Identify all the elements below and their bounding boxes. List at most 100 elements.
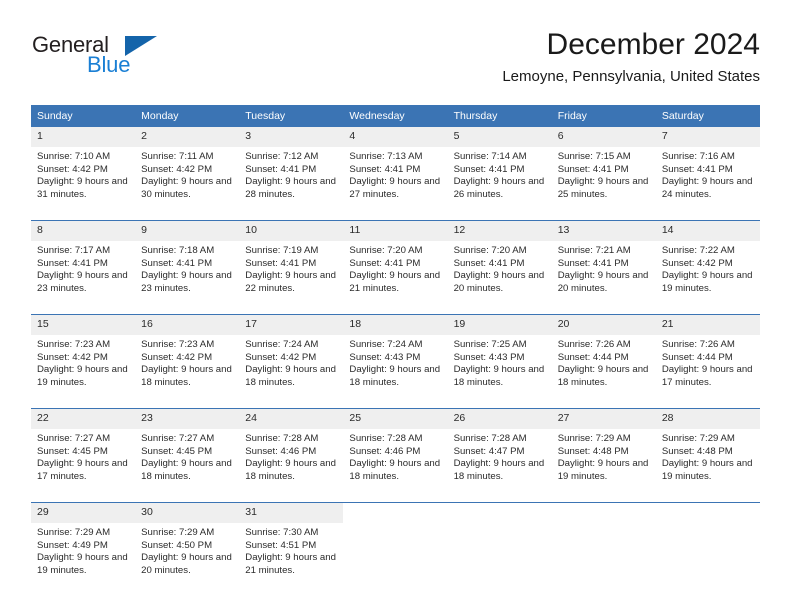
day-cell-inner: 19 Sunrise: 7:25 AM Sunset: 4:43 PM Dayligh… xyxy=(447,315,552,399)
sunrise-text: Sunrise: 7:14 AM xyxy=(453,151,527,162)
day-number: 6 xyxy=(551,127,656,147)
sunrise-text: Sunrise: 7:28 AM xyxy=(453,433,527,444)
day-details: Sunrise: 7:29 AM Sunset: 4:48 PM Daylight:… xyxy=(656,429,760,483)
calendar-day-cell xyxy=(447,502,552,587)
sunrise-text: Sunrise: 7:12 AM xyxy=(245,151,319,162)
calendar-day-cell[interactable]: 15 Sunrise: 7:23 AM Sunset: 4:42 PM Dayligh… xyxy=(31,314,136,399)
sunrise-text: Sunrise: 7:19 AM xyxy=(245,245,319,256)
sunset-text: Sunset: 4:41 PM xyxy=(557,163,629,175)
calendar-day-cell[interactable]: 3 Sunrise: 7:12 AM Sunset: 4:41 PM Daylight… xyxy=(239,127,344,211)
day-number: 14 xyxy=(655,221,760,241)
calendar-day-cell[interactable]: 23 Sunrise: 7:27 AM Sunset: 4:45 PM Dayligh… xyxy=(135,408,240,493)
calendar-day-cell[interactable]: 19 Sunrise: 7:25 AM Sunset: 4:43 PM Dayligh… xyxy=(447,314,552,399)
calendar-week-row: 15 Sunrise: 7:23 AM Sunset: 4:42 PM Dayligh… xyxy=(31,314,760,399)
day-details xyxy=(656,523,760,527)
calendar-day-cell[interactable]: 22 Sunrise: 7:27 AM Sunset: 4:45 PM Dayligh… xyxy=(31,408,136,493)
calendar-day-cell[interactable]: 17 Sunrise: 7:24 AM Sunset: 4:42 PM Dayligh… xyxy=(239,314,344,399)
daylight-text: Daylight: 9 hours and 20 minutes. xyxy=(141,552,232,576)
calendar-day-cell[interactable]: 16 Sunrise: 7:23 AM Sunset: 4:42 PM Dayligh… xyxy=(135,314,240,399)
week-spacer xyxy=(31,399,760,409)
sunset-text: Sunset: 4:41 PM xyxy=(453,257,525,269)
day-details: Sunrise: 7:19 AM Sunset: 4:41 PM Daylight:… xyxy=(239,241,343,295)
day-number: 23 xyxy=(135,409,240,429)
day-details: Sunrise: 7:30 AM Sunset: 4:51 PM Daylight:… xyxy=(239,523,343,577)
calendar-day-cell[interactable]: 11 Sunrise: 7:20 AM Sunset: 4:41 PM Dayligh… xyxy=(343,220,448,305)
sunrise-text: Sunrise: 7:21 AM xyxy=(557,245,631,256)
day-details: Sunrise: 7:11 AM Sunset: 4:42 PM Daylight:… xyxy=(135,147,239,201)
sunset-text: Sunset: 4:42 PM xyxy=(141,163,213,175)
day-number: 2 xyxy=(135,127,240,147)
day-cell-inner: 16 Sunrise: 7:23 AM Sunset: 4:42 PM Dayligh… xyxy=(135,315,240,399)
day-details: Sunrise: 7:22 AM Sunset: 4:42 PM Daylight:… xyxy=(656,241,760,295)
sunrise-text: Sunrise: 7:28 AM xyxy=(349,433,423,444)
calendar-day-cell[interactable]: 12 Sunrise: 7:20 AM Sunset: 4:41 PM Dayligh… xyxy=(447,220,552,305)
weekday-header-friday: Friday xyxy=(551,105,656,127)
calendar-day-cell[interactable]: 25 Sunrise: 7:28 AM Sunset: 4:46 PM Dayligh… xyxy=(343,408,448,493)
day-details: Sunrise: 7:28 AM Sunset: 4:46 PM Daylight:… xyxy=(343,429,447,483)
sunset-text: Sunset: 4:49 PM xyxy=(37,539,108,551)
calendar-day-cell[interactable]: 24 Sunrise: 7:28 AM Sunset: 4:46 PM Dayligh… xyxy=(239,408,344,493)
day-cell-inner: 26 Sunrise: 7:28 AM Sunset: 4:47 PM Dayligh… xyxy=(447,409,552,493)
calendar-day-cell[interactable]: 6 Sunrise: 7:15 AM Sunset: 4:41 PM Daylight… xyxy=(551,127,656,211)
calendar-day-cell[interactable]: 28 Sunrise: 7:29 AM Sunset: 4:48 PM Dayligh… xyxy=(655,408,760,493)
calendar-day-cell[interactable]: 2 Sunrise: 7:11 AM Sunset: 4:42 PM Daylight… xyxy=(135,127,240,211)
day-details: Sunrise: 7:24 AM Sunset: 4:42 PM Daylight:… xyxy=(239,335,343,389)
daylight-text: Daylight: 9 hours and 18 minutes. xyxy=(141,364,232,388)
calendar-day-cell[interactable]: 21 Sunrise: 7:26 AM Sunset: 4:44 PM Dayligh… xyxy=(655,314,760,399)
day-number: 22 xyxy=(31,409,136,429)
sunset-text: Sunset: 4:45 PM xyxy=(37,445,108,457)
calendar-day-cell[interactable]: 1 Sunrise: 7:10 AM Sunset: 4:42 PM Daylight… xyxy=(31,127,136,211)
day-details: Sunrise: 7:10 AM Sunset: 4:42 PM Daylight:… xyxy=(31,147,135,201)
calendar-day-cell[interactable]: 13 Sunrise: 7:21 AM Sunset: 4:41 PM Dayligh… xyxy=(551,220,656,305)
day-number: 30 xyxy=(135,503,240,523)
calendar-day-cell[interactable]: 14 Sunrise: 7:22 AM Sunset: 4:42 PM Dayligh… xyxy=(655,220,760,305)
sunrise-text: Sunrise: 7:20 AM xyxy=(453,245,527,256)
calendar-day-cell[interactable]: 29 Sunrise: 7:29 AM Sunset: 4:49 PM Dayligh… xyxy=(31,502,136,587)
sunrise-text: Sunrise: 7:29 AM xyxy=(37,527,111,538)
day-number: 9 xyxy=(135,221,240,241)
calendar-day-cell[interactable]: 26 Sunrise: 7:28 AM Sunset: 4:47 PM Dayligh… xyxy=(447,408,552,493)
page-title: December 2024 xyxy=(546,28,760,61)
sunset-text: Sunset: 4:47 PM xyxy=(453,445,525,457)
day-details: Sunrise: 7:14 AM Sunset: 4:41 PM Daylight:… xyxy=(448,147,552,201)
day-details: Sunrise: 7:20 AM Sunset: 4:41 PM Daylight:… xyxy=(343,241,447,295)
sunrise-text: Sunrise: 7:29 AM xyxy=(141,527,215,538)
daylight-text: Daylight: 9 hours and 21 minutes. xyxy=(245,552,336,576)
sunrise-text: Sunrise: 7:22 AM xyxy=(661,245,735,256)
day-details xyxy=(552,523,656,527)
calendar-day-cell[interactable]: 18 Sunrise: 7:24 AM Sunset: 4:43 PM Dayligh… xyxy=(343,314,448,399)
sunset-text: Sunset: 4:46 PM xyxy=(245,445,317,457)
weekday-header-monday: Monday xyxy=(135,105,240,127)
calendar-day-cell[interactable]: 9 Sunrise: 7:18 AM Sunset: 4:41 PM Daylight… xyxy=(135,220,240,305)
daylight-text: Daylight: 9 hours and 18 minutes. xyxy=(141,458,232,482)
calendar-day-cell[interactable]: 10 Sunrise: 7:19 AM Sunset: 4:41 PM Dayligh… xyxy=(239,220,344,305)
day-details: Sunrise: 7:26 AM Sunset: 4:44 PM Daylight:… xyxy=(656,335,760,389)
calendar-day-cell[interactable]: 27 Sunrise: 7:29 AM Sunset: 4:48 PM Dayligh… xyxy=(551,408,656,493)
daylight-text: Daylight: 9 hours and 17 minutes. xyxy=(37,458,128,482)
day-cell-inner: 22 Sunrise: 7:27 AM Sunset: 4:45 PM Dayligh… xyxy=(31,409,136,493)
calendar-day-cell[interactable]: 30 Sunrise: 7:29 AM Sunset: 4:50 PM Dayligh… xyxy=(135,502,240,587)
day-details: Sunrise: 7:21 AM Sunset: 4:41 PM Daylight:… xyxy=(552,241,656,295)
sunrise-text: Sunrise: 7:16 AM xyxy=(661,151,735,162)
calendar-day-cell[interactable]: 4 Sunrise: 7:13 AM Sunset: 4:41 PM Daylight… xyxy=(343,127,448,211)
sunset-text: Sunset: 4:44 PM xyxy=(661,351,733,363)
day-details: Sunrise: 7:12 AM Sunset: 4:41 PM Daylight:… xyxy=(239,147,343,201)
day-cell-inner: 8 Sunrise: 7:17 AM Sunset: 4:41 PM Daylight… xyxy=(31,221,136,305)
calendar-day-cell[interactable]: 31 Sunrise: 7:30 AM Sunset: 4:51 PM Dayligh… xyxy=(239,502,344,587)
calendar-day-cell[interactable]: 20 Sunrise: 7:26 AM Sunset: 4:44 PM Dayligh… xyxy=(551,314,656,399)
calendar-day-cell[interactable]: 5 Sunrise: 7:14 AM Sunset: 4:41 PM Daylight… xyxy=(447,127,552,211)
day-number: 17 xyxy=(239,315,344,335)
day-cell-inner: 24 Sunrise: 7:28 AM Sunset: 4:46 PM Dayligh… xyxy=(239,409,344,493)
day-details: Sunrise: 7:25 AM Sunset: 4:43 PM Daylight:… xyxy=(448,335,552,389)
logo-text-blue: Blue xyxy=(87,52,131,77)
day-cell-inner: 30 Sunrise: 7:29 AM Sunset: 4:50 PM Dayligh… xyxy=(135,503,240,587)
day-number: 19 xyxy=(447,315,552,335)
calendar-day-cell[interactable]: 7 Sunrise: 7:16 AM Sunset: 4:41 PM Daylight… xyxy=(655,127,760,211)
calendar-day-cell[interactable]: 8 Sunrise: 7:17 AM Sunset: 4:41 PM Daylight… xyxy=(31,220,136,305)
weekday-header-saturday: Saturday xyxy=(655,105,760,127)
day-cell-inner: 18 Sunrise: 7:24 AM Sunset: 4:43 PM Dayligh… xyxy=(343,315,448,399)
day-number: 7 xyxy=(655,127,760,147)
generalblue-logo[interactable]: General Blue xyxy=(31,32,261,90)
day-number: 3 xyxy=(239,127,344,147)
daylight-text: Daylight: 9 hours and 18 minutes. xyxy=(245,364,336,388)
